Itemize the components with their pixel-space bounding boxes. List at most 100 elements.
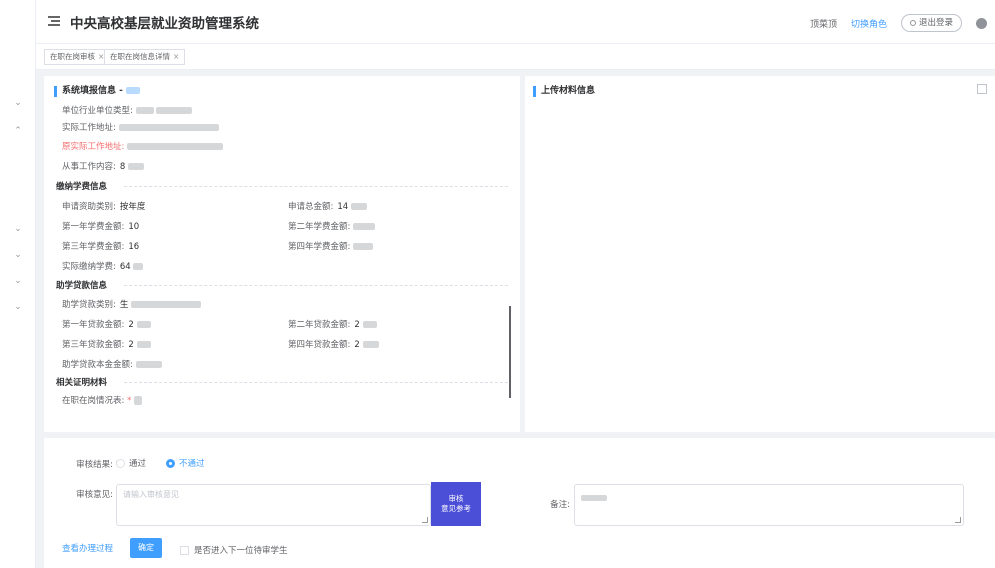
top-header: 中央高校基层就业资助管理系统 顶菜顶 切换角色 退出登录 [36, 0, 995, 44]
remark-textarea[interactable] [574, 484, 964, 526]
radio-circle[interactable] [166, 458, 175, 468]
field-label: 在职在岗情况表: [62, 396, 125, 406]
tuition-year3-row: 第三年学费金额: 16 [62, 240, 139, 252]
opinion-textarea[interactable]: 请输入审核意见 [116, 484, 431, 526]
attachment-thumb[interactable] [134, 396, 143, 405]
chevron-down-icon[interactable]: ⌄ [12, 250, 24, 260]
app-title: 中央高校基层就业资助管理系统 [70, 16, 259, 32]
redacted-value [362, 321, 377, 328]
tab-label: 在职在岗审核 [50, 52, 95, 61]
field-value: 64 [119, 262, 131, 272]
redacted-value [135, 361, 162, 368]
tab-review[interactable]: 在职在岗审核 × [44, 49, 111, 65]
menu-fold-icon[interactable] [48, 15, 62, 27]
field-value: 生 [119, 300, 129, 310]
scrollbar[interactable] [509, 306, 511, 398]
upload-material-panel: 上传材料信息 [525, 76, 995, 432]
redacted-value [126, 87, 141, 94]
field-label: 申请资助类别: [62, 202, 116, 212]
field-value: 按年度 [119, 202, 146, 212]
field-value: 10 [128, 222, 140, 232]
divider [124, 285, 508, 286]
redacted-value [581, 495, 607, 501]
field-label: 实际工作地址: [62, 123, 116, 133]
chevron-down-icon[interactable]: ⌄ [12, 302, 24, 312]
proof-status-row: 在职在岗情况表: * [62, 394, 143, 406]
divider [124, 382, 508, 383]
group-title-proof: 相关证明材料 [56, 378, 108, 388]
redacted-value [131, 301, 202, 308]
field-value: 2 [354, 340, 360, 350]
header-link-top[interactable]: 顶菜顶 [810, 17, 837, 30]
radio-pass[interactable]: 通过 [116, 457, 146, 469]
original-address-row: 原实际工作地址: [62, 140, 224, 152]
section-title-system-info: 系统填报信息 - [54, 86, 141, 97]
section-title-text: 系统填报信息 - [62, 86, 127, 96]
redacted-value [353, 223, 376, 230]
chevron-down-icon[interactable]: ⌄ [12, 98, 24, 108]
tab-detail[interactable]: 在职在岗信息详情 × [104, 49, 186, 65]
tuition-year1-row: 第一年学费金额: 10 [62, 220, 139, 232]
redacted-value [133, 263, 144, 270]
work-address-row: 实际工作地址: [62, 121, 219, 133]
redacted-value [362, 341, 379, 348]
field-label: 第二年贷款金额: [288, 320, 351, 330]
power-icon [909, 20, 916, 26]
tuition-year2-row: 第二年学费金额: [288, 220, 376, 232]
globe-icon[interactable] [976, 17, 987, 29]
radio-circle[interactable] [116, 458, 125, 468]
loan-year4-row: 第四年贷款金额: 2 [288, 338, 379, 350]
redacted-value [156, 107, 193, 114]
button-label: 审核 [448, 494, 464, 503]
button-label: 意见参考 [441, 504, 471, 513]
header-actions: 顶菜顶 切换角色 退出登录 [810, 13, 987, 33]
chevron-down-icon[interactable]: ⌄ [12, 224, 24, 234]
redacted-value [118, 124, 219, 131]
loan-type-row: 助学贷款类别: 生 [62, 298, 202, 310]
fullscreen-icon[interactable] [977, 84, 987, 94]
field-label: 单位行业单位类型: [62, 106, 133, 116]
apply-type-row: 申请资助类别: 按年度 [62, 200, 145, 212]
resize-handle-icon[interactable] [422, 517, 428, 523]
label-text: 审核意见: [76, 490, 114, 500]
radio-fail[interactable]: 不通过 [166, 457, 205, 469]
field-value: 8 [119, 162, 126, 172]
radio-label: 通过 [129, 459, 147, 469]
logout-button[interactable]: 退出登录 [900, 14, 962, 32]
loan-year3-row: 第三年贷款金额: 2 [62, 338, 151, 350]
next-student-checkbox[interactable]: 是否进入下一位待审学生 [180, 544, 288, 556]
section-title-upload: 上传材料信息 [533, 86, 595, 97]
field-value: 16 [128, 242, 140, 252]
field-label: 第一年学费金额: [62, 222, 125, 232]
view-process-link[interactable]: 查看办理过程 [62, 542, 113, 554]
chevron-up-icon[interactable]: ⌃ [12, 126, 24, 136]
remark-label: 备注: [550, 500, 570, 510]
label-text: 审核结果: [76, 460, 114, 470]
field-label: 第三年学费金额: [62, 242, 125, 252]
opinion-reference-button[interactable]: 审核 意见参考 [431, 482, 481, 526]
tuition-year4-row: 第四年学费金额: [288, 240, 374, 252]
unit-type-row: 单位行业单位类型: [62, 104, 193, 116]
loan-year2-row: 第二年贷款金额: 2 [288, 318, 377, 330]
opinion-label: 审核意见: * [64, 488, 120, 500]
field-label: 助学贷款本金金额: [62, 360, 133, 370]
redacted-value [136, 321, 151, 328]
apply-total-row: 申请总金额: 14 [288, 200, 367, 212]
system-info-panel: 系统填报信息 - 单位行业单位类型: 实际工作地址: 原实际工作地址: 从事工作… [44, 76, 520, 432]
field-label: 第四年学费金额: [288, 242, 351, 252]
tab-label: 在职在岗信息详情 [110, 52, 170, 61]
field-label: 从事工作内容: [62, 162, 116, 172]
close-icon[interactable]: × [173, 52, 179, 61]
redacted-value [353, 243, 374, 250]
radio-label: 不通过 [179, 459, 205, 469]
textarea-placeholder: 请输入审核意见 [123, 490, 179, 499]
work-content-row: 从事工作内容: 8 [62, 160, 144, 172]
checkbox-label: 是否进入下一位待审学生 [194, 546, 288, 556]
chevron-down-icon[interactable]: ⌄ [12, 276, 24, 286]
confirm-button[interactable]: 确定 [130, 538, 162, 558]
checkbox-box[interactable] [180, 545, 189, 555]
switch-role-link[interactable]: 切换角色 [851, 17, 887, 30]
redacted-value [136, 341, 151, 348]
field-label: 第三年贷款金额: [62, 340, 125, 350]
resize-handle-icon[interactable] [955, 517, 961, 523]
